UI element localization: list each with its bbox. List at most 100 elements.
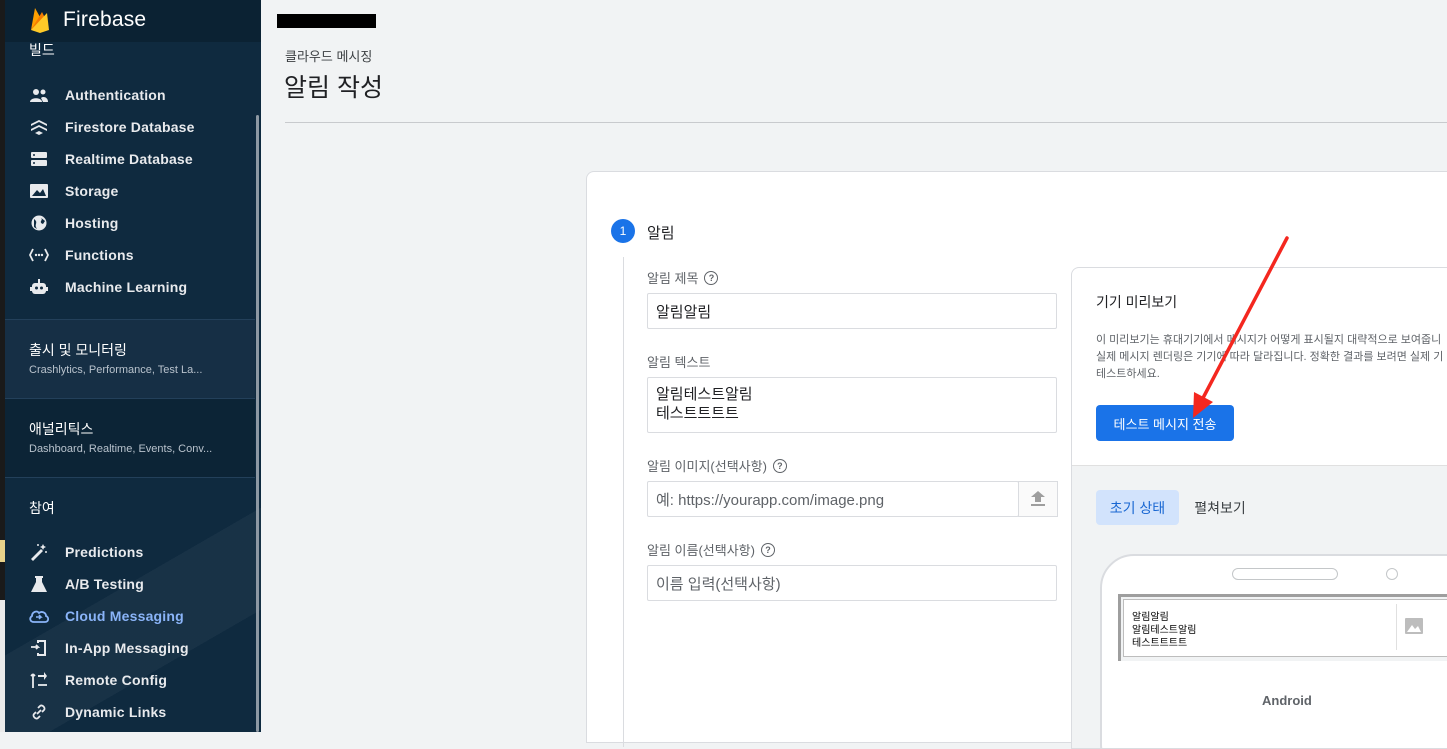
upload-icon bbox=[1031, 491, 1045, 506]
sidebar: Firebase 빌드 Authentication Firestore Dat… bbox=[5, 0, 261, 732]
sidebar-item-label: Cloud Messaging bbox=[65, 608, 184, 624]
flask-icon bbox=[29, 574, 49, 594]
notification-image-input[interactable]: 예: https://yourapp.com/image.png bbox=[647, 481, 1019, 517]
help-icon[interactable]: ? bbox=[704, 270, 719, 285]
phone-camera bbox=[1386, 568, 1398, 580]
notification-text-label: 알림 텍스트 bbox=[647, 352, 710, 371]
text-line: 알림테스트알림 bbox=[656, 386, 753, 403]
sidebar-item-machine-learning[interactable]: Machine Learning bbox=[5, 271, 255, 303]
notification-name-input[interactable]: 이름 입력(선택사항) bbox=[647, 565, 1057, 601]
brand-bar[interactable]: Firebase bbox=[5, 0, 261, 42]
platform-label: Android bbox=[1262, 693, 1312, 708]
cloud-messaging-icon bbox=[29, 606, 49, 626]
remote-config-icon bbox=[29, 670, 49, 690]
sidebar-divider bbox=[5, 477, 255, 478]
notification-name-label: 알림 이름(선택사항) ? bbox=[647, 540, 775, 559]
sidebar-item-label: Predictions bbox=[65, 544, 144, 560]
firestore-icon bbox=[29, 117, 49, 137]
sidebar-item-label: Remote Config bbox=[65, 672, 168, 688]
sidebar-item-realtime-database[interactable]: Realtime Database bbox=[5, 143, 255, 175]
desc-line: 테스트하세요. bbox=[1096, 368, 1160, 380]
sidebar-item-label: Firestore Database bbox=[65, 119, 195, 135]
compose-card: 1 알림 알림 제목 ? 알림알림 알림 텍스트 알림테스트알림 테스트트트트 … bbox=[586, 171, 1447, 749]
tab-expanded[interactable]: 펼쳐보기 bbox=[1184, 490, 1256, 525]
sidebar-item-functions[interactable]: Functions bbox=[5, 239, 255, 271]
sidebar-item-label: Hosting bbox=[65, 215, 119, 231]
sidebar-group-analytics[interactable]: 애널리틱스 Dashboard, Realtime, Events, Conv.… bbox=[5, 398, 255, 477]
wand-icon bbox=[29, 542, 49, 562]
firebase-logo-icon bbox=[31, 8, 49, 33]
help-icon[interactable]: ? bbox=[772, 458, 787, 473]
notification-preview-text: 테스트트트트 bbox=[1132, 638, 1188, 649]
in-app-icon bbox=[29, 638, 49, 658]
sidebar-item-dynamic-links[interactable]: Dynamic Links bbox=[5, 696, 255, 728]
device-preview-panel: 기기 미리보기 이 미리보기는 휴대기기에서 메시지가 어떻게 표시될지 대략적… bbox=[1071, 267, 1447, 749]
sidebar-group-release[interactable]: 출시 및 모니터링 Crashlytics, Performance, Test… bbox=[5, 319, 255, 398]
sidebar-item-cloud-messaging[interactable]: Cloud Messaging bbox=[5, 600, 255, 632]
preview-device-area: 초기 상태 펼쳐보기 알림알림 알림테스트알림 테스트트트트 Android bbox=[1072, 465, 1447, 748]
page-title: 알림 작성 bbox=[284, 74, 383, 102]
globe-icon bbox=[29, 213, 49, 233]
sidebar-item-in-app-messaging[interactable]: In-App Messaging bbox=[5, 632, 255, 664]
group-title: 애널리틱스 bbox=[29, 421, 94, 437]
sidebar-item-firestore[interactable]: Firestore Database bbox=[5, 111, 255, 143]
sidebar-scrollbar[interactable] bbox=[256, 115, 259, 732]
sidebar-item-label: Machine Learning bbox=[65, 279, 188, 295]
sidebar-item-predictions[interactable]: Predictions bbox=[5, 536, 255, 568]
robot-icon bbox=[29, 277, 49, 297]
notification-image-label: 알림 이미지(선택사항) ? bbox=[647, 456, 787, 475]
section-header-engage: 참여 bbox=[29, 500, 55, 516]
step-number-badge: 1 bbox=[611, 219, 635, 243]
group-subtitle: Crashlytics, Performance, Test La... bbox=[29, 364, 203, 376]
group-title: 출시 및 모니터링 bbox=[29, 342, 127, 358]
breadcrumb[interactable]: 클라우드 메시징 bbox=[285, 46, 372, 65]
step-connector-line bbox=[623, 257, 624, 747]
notification-divider bbox=[1396, 604, 1397, 650]
notification-title-label: 알림 제목 ? bbox=[647, 268, 719, 287]
notification-text-input[interactable]: 알림테스트알림 테스트트트트 bbox=[647, 377, 1057, 433]
sidebar-item-storage[interactable]: Storage bbox=[5, 175, 255, 207]
preview-description: 이 미리보기는 휴대기기에서 메시지가 어떻게 표시될지 대략적으로 보여줍니 … bbox=[1096, 332, 1447, 383]
desc-line: 실제 메시지 렌더링은 기기에 따라 달라집니다. 정확한 결과를 보려면 실제… bbox=[1096, 351, 1444, 363]
sidebar-item-hosting[interactable]: Hosting bbox=[5, 207, 255, 239]
notification-title-input[interactable]: 알림알림 bbox=[647, 293, 1057, 329]
sidebar-item-authentication[interactable]: Authentication bbox=[5, 79, 255, 111]
phone-mockup: 알림알림 알림테스트알림 테스트트트트 bbox=[1100, 554, 1447, 748]
image-placeholder-icon bbox=[1405, 618, 1423, 634]
field-label-text: 알림 텍스트 bbox=[647, 355, 711, 370]
help-icon[interactable]: ? bbox=[760, 542, 775, 557]
database-icon bbox=[29, 149, 49, 169]
redacted-box bbox=[277, 14, 376, 28]
link-icon bbox=[29, 702, 49, 722]
section-header-build: 빌드 bbox=[29, 42, 55, 58]
tab-initial-state[interactable]: 초기 상태 bbox=[1096, 490, 1179, 525]
field-label-text: 알림 이미지(선택사항) bbox=[647, 459, 767, 474]
sidebar-item-label: A/B Testing bbox=[65, 576, 144, 592]
sidebar-item-label: In-App Messaging bbox=[65, 640, 189, 656]
field-label-text: 알림 제목 bbox=[647, 271, 699, 286]
preview-title: 기기 미리보기 bbox=[1096, 294, 1178, 310]
sidebar-item-remote-config[interactable]: Remote Config bbox=[5, 664, 255, 696]
text-line: 테스트트트트 bbox=[656, 405, 739, 422]
sidebar-item-ab-testing[interactable]: A/B Testing bbox=[5, 568, 255, 600]
brand-name: Firebase bbox=[63, 8, 147, 31]
upload-button[interactable] bbox=[1018, 481, 1058, 517]
sidebar-item-label: Authentication bbox=[65, 87, 166, 103]
build-nav: Authentication Firestore Database Realti… bbox=[5, 79, 255, 303]
header-divider bbox=[285, 122, 1447, 123]
phone-screen: 알림알림 알림테스트알림 테스트트트트 bbox=[1118, 594, 1447, 661]
image-icon bbox=[29, 181, 49, 201]
functions-icon bbox=[29, 245, 49, 265]
sidebar-item-label: Realtime Database bbox=[65, 151, 193, 167]
notification-preview: 알림알림 알림테스트알림 테스트트트트 bbox=[1123, 599, 1447, 657]
sidebar-item-label: Dynamic Links bbox=[65, 704, 167, 720]
desc-line: 이 미리보기는 휴대기기에서 메시지가 어떻게 표시될지 대략적으로 보여줍니 bbox=[1096, 334, 1442, 346]
step-title[interactable]: 알림 bbox=[647, 222, 675, 243]
main-content: 클라우드 메시징 알림 작성 1 알림 알림 제목 ? 알림알림 알림 텍스트 … bbox=[261, 0, 1447, 749]
sidebar-item-label: Functions bbox=[65, 247, 134, 263]
send-test-message-button[interactable]: 테스트 메시지 전송 bbox=[1096, 405, 1234, 441]
sidebar-item-label: Storage bbox=[65, 183, 119, 199]
people-icon bbox=[29, 85, 49, 105]
engage-nav: Predictions A/B Testing Cloud Messaging … bbox=[5, 536, 255, 728]
field-label-text: 알림 이름(선택사항) bbox=[647, 543, 755, 558]
